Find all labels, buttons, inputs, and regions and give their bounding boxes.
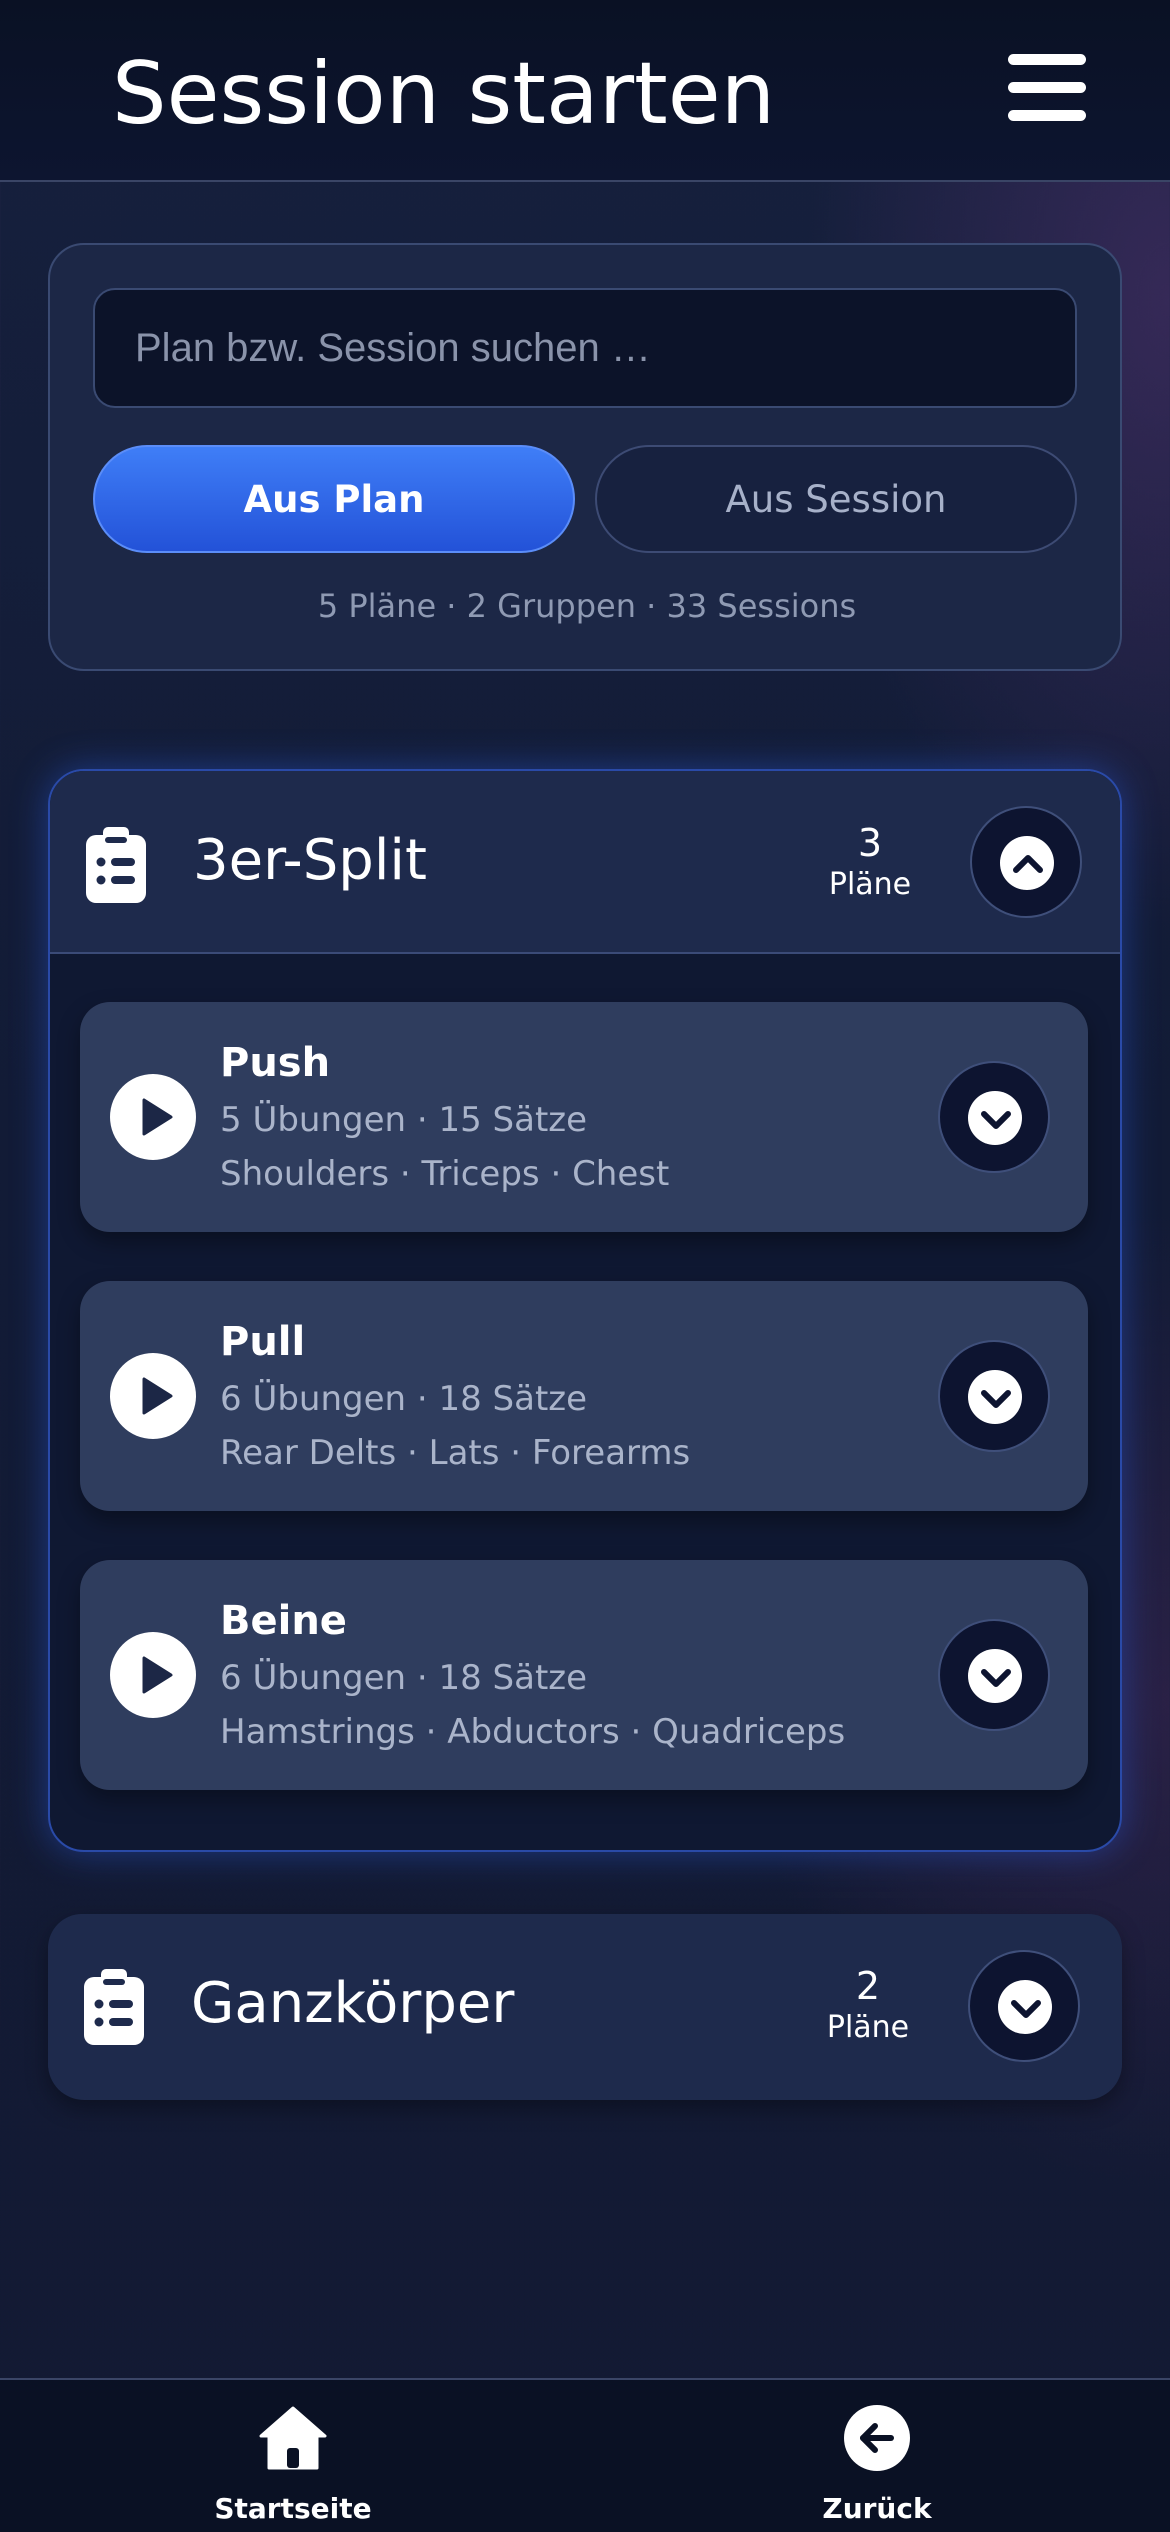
play-icon bbox=[142, 1377, 173, 1415]
chevron-down-icon bbox=[981, 1390, 1011, 1408]
plan-card-beine: Beine 6 Übungen · 18 Sätze Hamstrings · … bbox=[80, 1560, 1088, 1790]
nav-back-button[interactable]: Zurück bbox=[727, 2380, 1027, 2532]
plan-muscles: Rear Delts · Lats · Forearms bbox=[220, 1433, 691, 1473]
hamburger-menu-icon[interactable] bbox=[1000, 48, 1090, 128]
group-count-number: 2 bbox=[855, 1964, 881, 2008]
group-name: Ganzkörper bbox=[191, 1971, 515, 2036]
group-count-label: Pläne bbox=[826, 2010, 910, 2045]
arrow-left-circle-icon bbox=[844, 2405, 910, 2471]
group-header[interactable]: Ganzkörper 2 Pläne bbox=[48, 1914, 1122, 2097]
plan-card-push: Push 5 Übungen · 15 Sätze Shoulders · Tr… bbox=[80, 1002, 1088, 1232]
plan-meta: 6 Übungen · 18 Sätze bbox=[220, 1379, 588, 1419]
plan-group-3er-split: 3er-Split 3 Pläne Push 5 Übungen · 15 Sä… bbox=[48, 769, 1122, 1852]
plan-group-ganzkoerper: Ganzkörper 2 Pläne bbox=[48, 1914, 1122, 2100]
group-header[interactable]: 3er-Split 3 Pläne bbox=[50, 771, 1120, 954]
group-name: 3er-Split bbox=[193, 828, 427, 893]
expand-plan-button[interactable] bbox=[938, 1619, 1050, 1731]
nav-back-label: Zurück bbox=[822, 2492, 932, 2525]
page-title: Session starten bbox=[112, 44, 776, 144]
expand-group-button[interactable] bbox=[968, 1950, 1080, 2062]
toggle-from-plan-button[interactable]: Aus Plan bbox=[93, 445, 575, 553]
chevron-down-icon bbox=[981, 1111, 1011, 1129]
chevron-down-icon bbox=[981, 1669, 1011, 1687]
nav-home-button[interactable]: Startseite bbox=[143, 2380, 443, 2532]
expand-plan-button[interactable] bbox=[938, 1340, 1050, 1452]
toggle-from-session-button[interactable]: Aus Session bbox=[595, 445, 1077, 553]
plan-muscles: Shoulders · Triceps · Chest bbox=[220, 1154, 670, 1194]
expand-plan-button[interactable] bbox=[938, 1061, 1050, 1173]
chevron-up-icon bbox=[1013, 855, 1043, 873]
search-input[interactable] bbox=[93, 288, 1077, 408]
group-plan-count: 2 Pläne bbox=[808, 1964, 928, 2048]
plan-name: Pull bbox=[220, 1319, 306, 1365]
plan-meta: 6 Übungen · 18 Sätze bbox=[220, 1658, 588, 1698]
app-header: Session starten bbox=[0, 0, 1170, 182]
collapse-group-button[interactable] bbox=[970, 806, 1082, 918]
bottom-navigation: Startseite Zurück bbox=[0, 2378, 1170, 2532]
plan-card-pull: Pull 6 Übungen · 18 Sätze Rear Delts · L… bbox=[80, 1281, 1088, 1511]
clipboard-list-icon bbox=[84, 1969, 144, 2045]
clipboard-list-icon bbox=[86, 827, 146, 903]
home-icon bbox=[259, 2406, 327, 2470]
play-icon bbox=[142, 1656, 173, 1694]
start-plan-button[interactable] bbox=[110, 1353, 196, 1439]
plan-muscles: Hamstrings · Abductors · Quadriceps bbox=[220, 1712, 846, 1752]
plan-name: Push bbox=[220, 1040, 331, 1086]
plan-name: Beine bbox=[220, 1598, 347, 1644]
stats-summary: 5 Pläne · 2 Gruppen · 33 Sessions bbox=[317, 587, 857, 625]
group-count-label: Pläne bbox=[828, 867, 912, 902]
search-panel: Aus Plan Aus Session 5 Pläne · 2 Gruppen… bbox=[48, 243, 1122, 671]
chevron-down-icon bbox=[1011, 2000, 1041, 2018]
group-count-number: 3 bbox=[857, 821, 883, 865]
group-plan-count: 3 Pläne bbox=[810, 821, 930, 905]
nav-home-label: Startseite bbox=[214, 2492, 372, 2525]
start-plan-button[interactable] bbox=[110, 1632, 196, 1718]
play-icon bbox=[142, 1098, 173, 1136]
start-plan-button[interactable] bbox=[110, 1074, 196, 1160]
plan-meta: 5 Übungen · 15 Sätze bbox=[220, 1100, 588, 1140]
